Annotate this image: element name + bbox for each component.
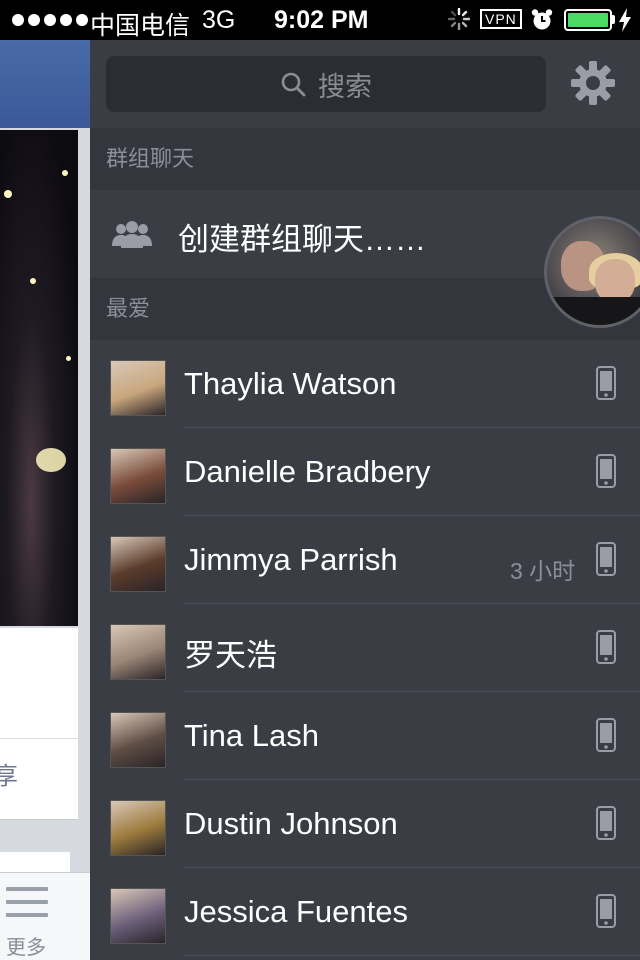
contact-row[interactable]: Tina Lash bbox=[90, 692, 640, 780]
contact-avatar bbox=[110, 624, 166, 680]
network-type: 3G bbox=[202, 6, 236, 34]
share-button[interactable]: 享 bbox=[0, 756, 18, 791]
search-input[interactable]: 搜索 bbox=[106, 56, 546, 112]
mobile-phone-icon bbox=[596, 894, 616, 928]
carrier-name: 中国电信 bbox=[90, 12, 191, 40]
mobile-phone-icon bbox=[596, 806, 616, 840]
feed-post-card: 享 bbox=[0, 628, 78, 820]
feed-next-card bbox=[0, 852, 70, 872]
news-feed-background[interactable]: 享 更多 bbox=[0, 40, 90, 960]
contact-row[interactable]: Jimmya Parrish 3 小时 bbox=[90, 516, 640, 604]
mobile-phone-icon bbox=[596, 630, 616, 664]
bottom-tab-bar: 更多 bbox=[0, 872, 90, 960]
signal-strength-icon bbox=[12, 0, 88, 40]
activity-spinner-icon bbox=[448, 8, 470, 30]
alarm-clock-icon bbox=[531, 9, 553, 30]
contact-avatar bbox=[110, 536, 166, 592]
group-chat-section-header: 群组聊天 bbox=[90, 128, 640, 190]
chat-sidebar: 搜索 群组聊天 创建群组聊天…… 最爱 Thaylia Watson Danie… bbox=[90, 40, 640, 960]
contact-avatar bbox=[110, 448, 166, 504]
battery-tip bbox=[612, 15, 615, 24]
contact-avatar bbox=[110, 888, 166, 944]
menu-icon[interactable] bbox=[6, 887, 48, 926]
contact-avatar bbox=[110, 360, 166, 416]
create-group-chat-label: 创建群组聊天…… bbox=[178, 222, 426, 257]
feed-photo[interactable] bbox=[0, 130, 78, 626]
row-divider bbox=[184, 955, 640, 956]
contact-avatar bbox=[110, 712, 166, 768]
vpn-badge: VPN bbox=[480, 9, 522, 29]
feed-navigation-bar bbox=[0, 40, 90, 128]
group-people-icon bbox=[112, 221, 152, 248]
contact-name: 罗天浩 bbox=[184, 638, 277, 673]
contact-name: Dustin Johnson bbox=[184, 806, 398, 841]
settings-gear-icon[interactable] bbox=[570, 60, 616, 106]
chat-head-avatar[interactable] bbox=[544, 216, 640, 328]
contact-row[interactable]: Thaylia Watson bbox=[90, 340, 640, 428]
contact-name: Jimmya Parrish bbox=[184, 542, 398, 577]
mobile-phone-icon bbox=[596, 718, 616, 752]
mobile-phone-icon bbox=[596, 542, 616, 576]
contact-row[interactable]: 罗天浩 bbox=[90, 604, 640, 692]
contact-row[interactable]: Danielle Bradbery bbox=[90, 428, 640, 516]
battery-icon bbox=[564, 9, 612, 31]
mobile-phone-icon bbox=[596, 366, 616, 400]
contact-avatar bbox=[110, 800, 166, 856]
mobile-phone-icon bbox=[596, 454, 616, 488]
status-time: 9:02 PM bbox=[274, 6, 369, 34]
search-icon bbox=[281, 72, 306, 97]
contact-name: Danielle Bradbery bbox=[184, 454, 431, 489]
contact-name: Thaylia Watson bbox=[184, 366, 397, 401]
more-tab-label[interactable]: 更多 bbox=[6, 931, 46, 960]
search-placeholder: 搜索 bbox=[318, 71, 372, 102]
contact-name: Jessica Fuentes bbox=[184, 894, 408, 929]
contact-row[interactable]: Dustin Johnson bbox=[90, 780, 640, 868]
contact-name: Tina Lash bbox=[184, 718, 319, 753]
contact-row[interactable]: Jessica Fuentes bbox=[90, 868, 640, 956]
last-active-time: 3 小时 bbox=[510, 558, 576, 584]
search-header: 搜索 bbox=[90, 40, 640, 128]
charging-bolt-icon bbox=[619, 8, 631, 32]
status-bar: 中国电信 3G 9:02 PM VPN bbox=[0, 0, 640, 40]
